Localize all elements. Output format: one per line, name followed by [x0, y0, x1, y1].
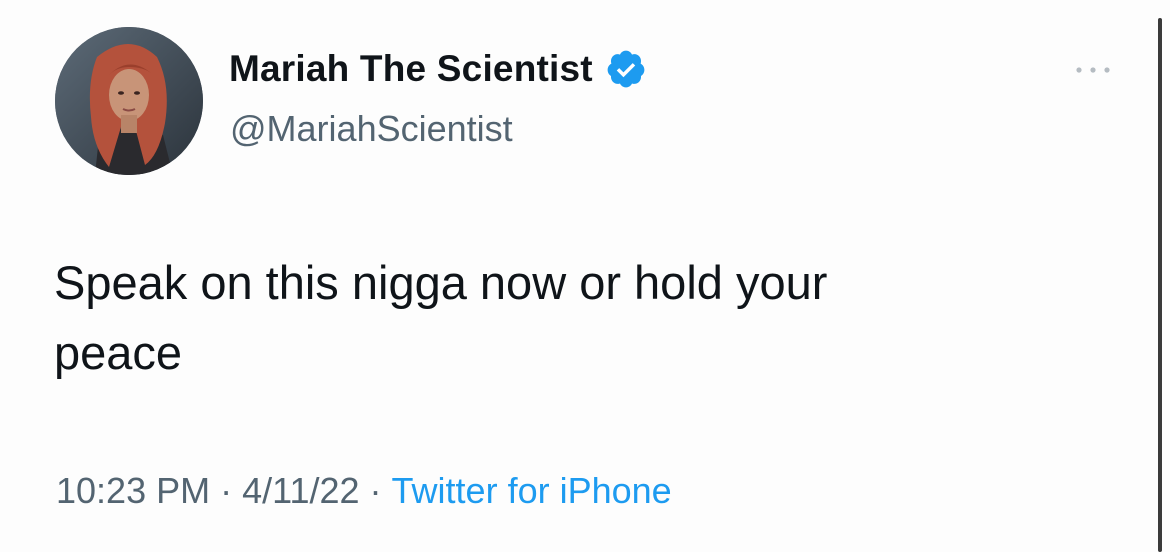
tweet-source-link[interactable]: Twitter for iPhone [392, 470, 672, 512]
meta-separator: · [369, 470, 382, 511]
scrollbar-edge [1158, 18, 1162, 552]
tweet-meta: 10:23 PM · 4/11/22 · Twitter for iPhone [56, 470, 672, 512]
avatar[interactable] [55, 27, 203, 175]
profile-photo [55, 27, 203, 175]
author-handle[interactable]: @MariahScientist [230, 108, 513, 150]
tweet-time[interactable]: 10:23 PM [56, 470, 210, 512]
author-display-name[interactable]: Mariah The Scientist [229, 48, 593, 90]
tweet-text: Speak on this nigga now or hold your pea… [54, 256, 828, 379]
more-options-icon[interactable] [1072, 60, 1114, 80]
tweet-date[interactable]: 4/11/22 [242, 470, 359, 512]
author-name-row: Mariah The Scientist [229, 48, 647, 90]
verified-badge-icon [607, 50, 645, 88]
meta-separator: · [220, 470, 233, 511]
tweet-card: Mariah The Scientist @MariahScientist Sp… [0, 0, 1170, 552]
